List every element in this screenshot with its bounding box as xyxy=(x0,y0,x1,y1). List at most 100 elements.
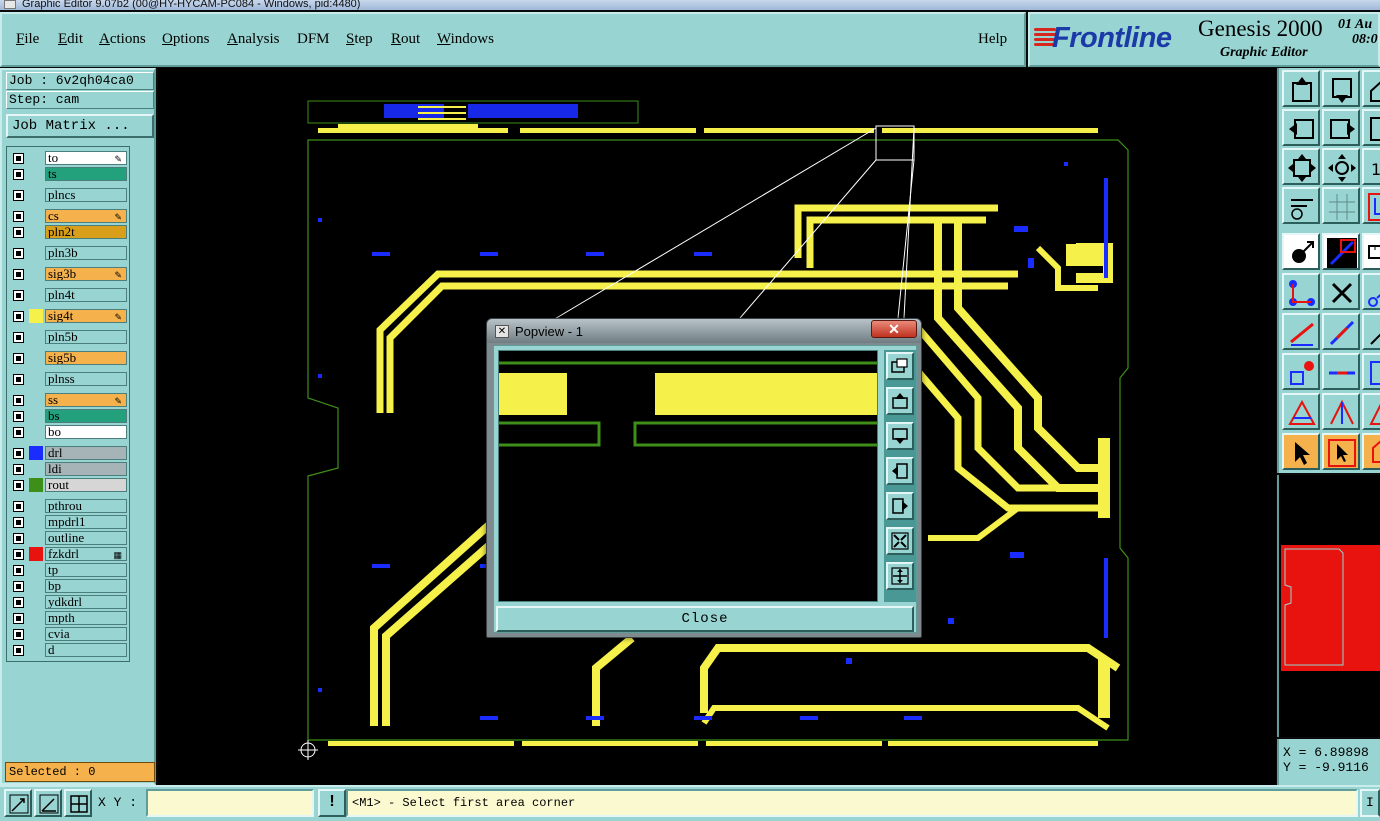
select-cursor-icon[interactable] xyxy=(1282,433,1320,470)
layer-color-swatch[interactable] xyxy=(29,531,43,545)
arc-icon[interactable] xyxy=(1322,393,1360,430)
layer-row[interactable]: ts xyxy=(9,167,129,181)
pan-right-tool-icon[interactable] xyxy=(1322,109,1360,146)
grid-icon[interactable] xyxy=(1322,187,1360,224)
zoom-fit-icon[interactable] xyxy=(886,352,914,380)
line-icon[interactable] xyxy=(1282,313,1320,350)
zoom-home-icon[interactable] xyxy=(1362,109,1380,146)
layer-color-swatch[interactable] xyxy=(29,209,43,223)
layer-row[interactable]: pln3b xyxy=(9,246,129,260)
triangle-icon[interactable] xyxy=(1282,393,1320,430)
popview-canvas[interactable] xyxy=(498,350,878,602)
layer-checkbox[interactable] xyxy=(13,190,24,201)
layer-checkbox[interactable] xyxy=(13,517,24,528)
layer-checkbox[interactable] xyxy=(13,269,24,280)
layer-name[interactable]: tp xyxy=(45,563,127,577)
menu-analysis[interactable]: Analysis xyxy=(227,31,280,48)
layer-color-swatch[interactable] xyxy=(29,151,43,165)
layer-row[interactable]: bp xyxy=(9,579,129,593)
layer-name[interactable]: sig5b xyxy=(45,351,127,365)
layer-checkbox[interactable] xyxy=(13,211,24,222)
layer-checkbox[interactable] xyxy=(13,629,24,640)
layer-row[interactable]: bo xyxy=(9,425,129,439)
layer-color-swatch[interactable] xyxy=(29,188,43,202)
scale-icon[interactable]: 1: xyxy=(1362,148,1380,185)
layer-row[interactable]: ydkdrl xyxy=(9,595,129,609)
layer-name[interactable]: pln3b xyxy=(45,246,127,260)
layer-checkbox[interactable] xyxy=(13,153,24,164)
snap-icon[interactable] xyxy=(1322,273,1360,310)
layer-row[interactable]: plnss xyxy=(9,372,129,386)
layer-row[interactable]: pthrou xyxy=(9,499,129,513)
layer-row[interactable]: pln5b xyxy=(9,330,129,344)
layer-row[interactable]: ss ✎ xyxy=(9,393,129,407)
layer-color-swatch[interactable] xyxy=(29,547,43,561)
menu-file[interactable]: File xyxy=(16,31,39,48)
layer-row[interactable]: drl xyxy=(9,446,129,460)
layer-color-swatch[interactable] xyxy=(29,309,43,323)
layer-color-swatch[interactable] xyxy=(29,579,43,593)
layer-name[interactable]: mpdrl1 xyxy=(45,515,127,529)
layer-name[interactable]: ydkdrl xyxy=(45,595,127,609)
layer-color-swatch[interactable] xyxy=(29,351,43,365)
move-icon[interactable] xyxy=(1322,148,1360,185)
layer-checkbox[interactable] xyxy=(13,169,24,180)
layer-checkbox[interactable] xyxy=(13,533,24,544)
layer-name[interactable]: pthrou xyxy=(45,499,127,513)
diag-line-icon[interactable] xyxy=(1322,313,1360,350)
layer-name[interactable]: pln4t xyxy=(45,288,127,302)
layer-row[interactable]: cvia xyxy=(9,627,129,641)
layer-name[interactable]: bs xyxy=(45,409,127,423)
layer-name[interactable]: bo xyxy=(45,425,127,439)
layer-row[interactable]: sig5b xyxy=(9,351,129,365)
menu-options[interactable]: Options xyxy=(162,31,210,48)
menu-edit[interactable]: Edit xyxy=(58,31,83,48)
layer-row[interactable]: sig3b ✎ xyxy=(9,267,129,281)
job-matrix-button[interactable]: Job Matrix ... xyxy=(6,114,154,138)
layer-color-swatch[interactable] xyxy=(29,595,43,609)
menu-rout[interactable]: Rout xyxy=(391,31,420,48)
layer-name[interactable]: pln5b xyxy=(45,330,127,344)
layer-color-swatch[interactable] xyxy=(29,446,43,460)
layer-row[interactable]: cs ✎ xyxy=(9,209,129,223)
net-icon[interactable] xyxy=(1362,187,1380,224)
layer-name[interactable]: d xyxy=(45,643,127,657)
layer-color-swatch[interactable] xyxy=(29,225,43,239)
zoom-out-icon[interactable] xyxy=(886,527,914,555)
layer-checkbox[interactable] xyxy=(13,290,24,301)
layer-color-swatch[interactable] xyxy=(29,627,43,641)
layer-color-swatch[interactable] xyxy=(29,167,43,181)
menu-step[interactable]: Step xyxy=(346,31,373,48)
layer-checkbox[interactable] xyxy=(13,581,24,592)
layer-checkbox[interactable] xyxy=(13,597,24,608)
xy-input[interactable] xyxy=(146,789,314,817)
layer-name[interactable]: to ✎ xyxy=(45,151,127,165)
layer-checkbox[interactable] xyxy=(13,480,24,491)
query-icon[interactable] xyxy=(1322,233,1360,270)
layer-name[interactable]: cvia xyxy=(45,627,127,641)
select-polygon-icon[interactable] xyxy=(1362,433,1380,470)
layer-color-swatch[interactable] xyxy=(29,462,43,476)
layer-checkbox[interactable] xyxy=(13,411,24,422)
layer-checkbox[interactable] xyxy=(13,501,24,512)
layer-name[interactable]: plncs xyxy=(45,188,127,202)
layer-color-swatch[interactable] xyxy=(29,478,43,492)
layer-color-swatch[interactable] xyxy=(29,425,43,439)
layer-row[interactable]: mpth xyxy=(9,611,129,625)
layer-color-swatch[interactable] xyxy=(29,393,43,407)
layer-checkbox[interactable] xyxy=(13,374,24,385)
edit-tool-icon[interactable] xyxy=(1282,187,1320,224)
layer-color-swatch[interactable] xyxy=(29,267,43,281)
close-icon[interactable]: ✕ xyxy=(871,320,917,338)
overview-map[interactable] xyxy=(1277,475,1380,737)
layer-row[interactable]: tp xyxy=(9,563,129,577)
measure-icon[interactable] xyxy=(1282,233,1320,270)
h-line-icon[interactable] xyxy=(1322,353,1360,390)
layer-name[interactable]: cs ✎ xyxy=(45,209,127,223)
layer-row[interactable]: plncs xyxy=(9,188,129,202)
layer-color-swatch[interactable] xyxy=(29,643,43,657)
layer-color-swatch[interactable] xyxy=(29,330,43,344)
layer-row[interactable]: mpdrl1 xyxy=(9,515,129,529)
layer-name[interactable]: ts xyxy=(45,167,127,181)
layer-color-swatch[interactable] xyxy=(29,246,43,260)
